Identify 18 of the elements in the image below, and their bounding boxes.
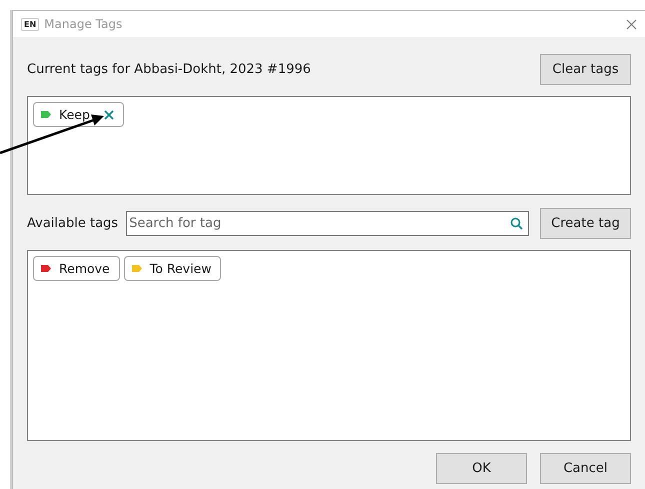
available-tags-label: Available tags — [27, 216, 118, 231]
remove-icon[interactable] — [104, 110, 114, 120]
search-icon — [510, 217, 523, 230]
dialog-button[interactable]: Cancel — [540, 453, 631, 484]
current-tags-label: Current tags for Abbasi-Dokht, 2023 #1996 — [27, 62, 312, 77]
dialog-button[interactable]: OK — [436, 453, 527, 484]
tag-label: Remove — [59, 261, 110, 276]
search-field[interactable]: Search for tag — [126, 211, 529, 236]
app-badge: EN — [21, 18, 40, 30]
tag-chip[interactable]: To Review — [124, 256, 222, 281]
tag-label: To Review — [150, 261, 212, 276]
tag-label: Keep — [59, 107, 90, 122]
tag-chip[interactable]: Remove — [33, 256, 120, 281]
tag-chip[interactable]: Keep — [33, 102, 124, 127]
clear-tags-button[interactable]: Clear tags — [540, 54, 631, 85]
close-icon[interactable] — [626, 18, 637, 30]
create-tag-button[interactable]: Create tag — [540, 208, 631, 239]
window-title: Manage Tags — [44, 17, 124, 31]
